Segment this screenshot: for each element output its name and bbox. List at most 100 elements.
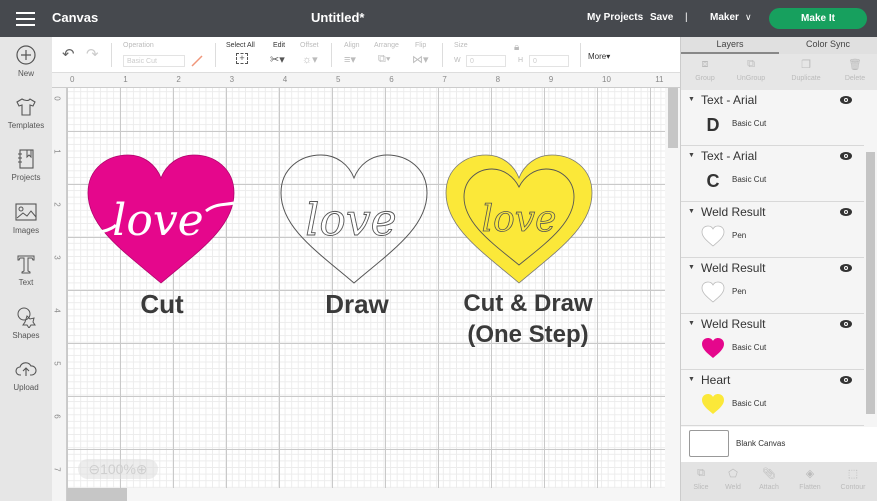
zoom-out-icon[interactable]: ⊖	[88, 461, 100, 477]
flatten-button[interactable]: ◈ Flatten	[790, 467, 830, 491]
document-title[interactable]: Untitled*	[311, 10, 364, 25]
duplicate-button[interactable]: ❐ Duplicate	[781, 58, 831, 82]
blank-canvas-swatch[interactable]	[689, 430, 729, 457]
ungroup-button[interactable]: ⧉ UnGroup	[721, 58, 781, 82]
width-label: W	[454, 57, 461, 64]
sidebar-item-new[interactable]: New	[0, 44, 52, 78]
ruler-tick-label: 5	[336, 75, 341, 84]
sidebar-item-projects[interactable]: Projects	[0, 148, 52, 182]
weld-button[interactable]: ⬠ Weld	[713, 467, 753, 491]
cut-and-draw-label: Cut & Draw	[463, 290, 593, 317]
eye-icon[interactable]	[839, 207, 853, 217]
text-t-icon	[17, 255, 35, 274]
sidebar-item-templates[interactable]: Templates	[0, 96, 52, 130]
layer-item[interactable]: ▼ Weld Result Pen	[681, 202, 864, 258]
edit-scissors-icon[interactable]: ✂▾	[270, 53, 285, 66]
menu-icon[interactable]	[16, 12, 35, 26]
attach-button[interactable]: 📎︎ Attach	[749, 467, 789, 491]
delete-button[interactable]: 🗑︎ Delete	[831, 58, 877, 82]
collapse-triangle-icon[interactable]: ▼	[688, 320, 695, 327]
flatten-label: Flatten	[799, 484, 821, 491]
cut-label: Cut	[140, 289, 184, 319]
bottom-actions: ⧉ Slice ⬠ Weld 📎︎ Attach ◈ Flatten ⬚ Contour	[681, 462, 877, 501]
tab-layers[interactable]: Layers	[681, 39, 779, 49]
eye-icon[interactable]	[839, 319, 853, 329]
operation-select[interactable]: Basic Cut	[123, 55, 185, 67]
align-icon: ≡▾	[344, 54, 356, 66]
layer-operation: Basic Cut	[732, 175, 767, 184]
zoom-control[interactable]: ⊖100%⊕	[78, 459, 158, 479]
sidebar-item-shapes[interactable]: Shapes	[0, 306, 52, 340]
yellow-love-heart[interactable]: love	[444, 153, 594, 288]
edit-label[interactable]: Edit	[273, 42, 285, 49]
more-button[interactable]: More▾	[588, 52, 610, 61]
arrange-icon: ⧉▾	[378, 53, 391, 65]
eye-icon[interactable]	[839, 95, 853, 105]
eye-icon[interactable]	[839, 151, 853, 161]
eye-icon[interactable]	[839, 263, 853, 273]
machine-select[interactable]: Maker	[710, 12, 739, 23]
notebook-icon	[18, 149, 34, 169]
ruler-tick-label: 3	[52, 255, 62, 260]
layer-item[interactable]: ▼ Text - Arial D Basic Cut	[681, 90, 864, 146]
layer-thumbnail: C	[706, 170, 720, 191]
attach-icon: 📎︎	[762, 468, 776, 480]
zoom-in-icon[interactable]: ⊕	[136, 461, 148, 477]
ruler-tick-label: 0	[70, 75, 75, 84]
duplicate-label: Duplicate	[791, 75, 821, 82]
linetype-color-icon[interactable]	[190, 54, 204, 68]
sidebar-item-text[interactable]: Text	[0, 253, 52, 287]
contour-icon: ⬚	[847, 468, 859, 480]
tab-color-sync[interactable]: Color Sync	[779, 39, 877, 49]
redo-icon[interactable]: ↷	[86, 45, 99, 63]
canvas-vertical-scrollbar[interactable]	[665, 88, 680, 501]
flip-label: Flip	[415, 42, 427, 49]
layer-operation: Basic Cut	[732, 399, 767, 408]
make-it-button[interactable]: Make It	[769, 8, 867, 29]
layers-scrollbar[interactable]	[864, 90, 877, 427]
plus-circle-icon	[16, 45, 36, 65]
ruler-tick-label: 8	[495, 75, 501, 84]
my-projects-link[interactable]: My Projects	[587, 12, 643, 23]
layer-operation: Basic Cut	[732, 119, 767, 128]
select-all-label[interactable]: Select All	[226, 42, 255, 49]
contour-button[interactable]: ⬚ Contour	[833, 467, 873, 491]
eye-icon[interactable]	[839, 375, 853, 385]
app-title: Canvas	[52, 10, 99, 25]
blank-canvas-row[interactable]: Blank Canvas	[681, 427, 877, 462]
undo-icon[interactable]: ↶	[62, 45, 75, 63]
layer-item[interactable]: ▼ Text - Arial C Basic Cut	[681, 146, 864, 202]
flip-icon: ⋈▾	[412, 54, 429, 66]
trash-icon: 🗑︎	[848, 59, 862, 71]
ruler-tick-label: 2	[52, 202, 62, 207]
layer-operation: Pen	[732, 231, 747, 240]
design-canvas[interactable]: 0 1 2 3 4 5 6 7 8 9 10 11 0 1 2 3 4 5 6 7 love Cut love Dr…	[52, 73, 680, 501]
outline-love-heart[interactable]: love	[279, 153, 429, 288]
collapse-triangle-icon[interactable]: ▼	[688, 208, 695, 215]
save-link[interactable]: Save	[650, 12, 673, 23]
height-input[interactable]: 0	[529, 55, 569, 67]
love-script: love	[112, 195, 203, 246]
sidebar-item-upload[interactable]: Upload	[0, 358, 52, 392]
sidebar-item-images[interactable]: Images	[0, 201, 52, 235]
ruler-tick-label: 3	[229, 75, 235, 84]
layer-item[interactable]: ▼ Heart Basic Cut	[681, 370, 864, 426]
collapse-triangle-icon[interactable]: ▼	[688, 152, 695, 159]
ruler-tick-label: 4	[52, 308, 62, 313]
lock-icon[interactable]: 🔒︎	[514, 42, 519, 53]
collapse-triangle-icon[interactable]: ▼	[688, 264, 695, 271]
chevron-down-icon[interactable]: ∨	[745, 12, 752, 23]
weld-icon: ⬠	[728, 468, 738, 480]
canvas-horizontal-scrollbar[interactable]	[67, 488, 665, 501]
panel-tabs: Layers Color Sync	[681, 37, 877, 54]
ungroup-label: UnGroup	[736, 75, 766, 82]
width-input[interactable]: 0	[466, 55, 506, 67]
select-all-icon[interactable]: +	[236, 53, 248, 64]
collapse-triangle-icon[interactable]: ▼	[688, 96, 695, 103]
pink-love-heart[interactable]: love	[86, 153, 236, 288]
layer-item[interactable]: ▼ Weld Result Pen	[681, 258, 864, 314]
ruler-tick-label: 7	[52, 467, 62, 472]
layer-item[interactable]: ▼ Weld Result Basic Cut	[681, 314, 864, 370]
image-icon	[15, 203, 37, 221]
collapse-triangle-icon[interactable]: ▼	[688, 376, 695, 383]
